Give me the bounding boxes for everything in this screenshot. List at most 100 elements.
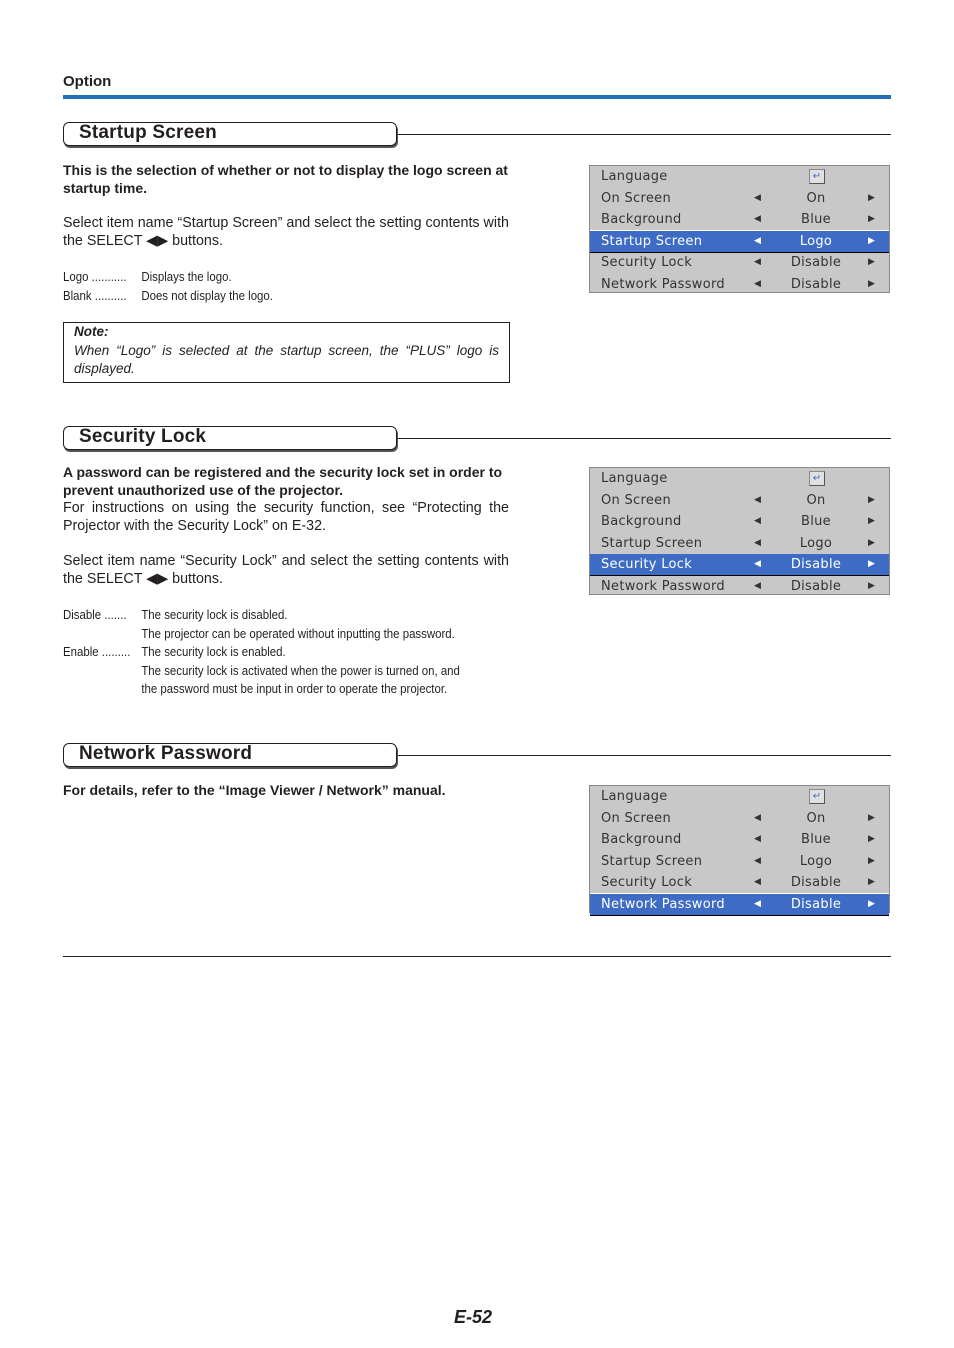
arrow-right-icon[interactable]: ▶ [868, 872, 875, 893]
menu-item-on-screen[interactable]: On Screen ◀ On ▶ [590, 808, 889, 829]
menu-item-label: Startup Screen [601, 535, 703, 551]
osd-menu: Language ↵ On Screen ◀ On ▶ Background ◀ Blue ▶ St… [589, 785, 890, 916]
arrow-right-icon[interactable]: ▶ [868, 274, 875, 295]
heading-rule [398, 438, 891, 439]
arrow-left-icon[interactable]: ◀ [754, 894, 761, 915]
menu-item-label: Background [601, 832, 682, 847]
arrow-left-icon[interactable]: ◀ [754, 490, 761, 511]
menu-item-network-password[interactable]: Network Password ◀ Disable ▶ [590, 274, 889, 295]
definition-item: Logo ........... Displays the logo. [63, 269, 232, 284]
arrow-left-icon[interactable]: ◀ [754, 851, 761, 872]
arrow-right-icon[interactable]: ▶ [868, 576, 875, 597]
header-rule [63, 95, 891, 99]
arrow-right-icon[interactable]: ▶ [868, 851, 875, 872]
osd-menu: Language ↵ On Screen ◀ On ▶ Background ◀ Blue ▶ St… [589, 467, 890, 595]
arrow-left-icon[interactable]: ◀ [754, 808, 761, 829]
arrow-left-icon[interactable]: ◀ [754, 872, 761, 893]
menu-item-value: Blue [801, 212, 831, 227]
menu-item-label: Language [601, 789, 668, 804]
menu-item-security-lock[interactable]: Security Lock ◀ Disable ▶ [590, 872, 889, 894]
menu-item-startup-screen[interactable]: Startup Screen ◀ Logo ▶ [590, 230, 889, 253]
enter-icon[interactable]: ↵ [809, 169, 825, 184]
menu-item-label: Language [601, 169, 668, 184]
arrow-right-icon[interactable]: ▶ [868, 533, 875, 554]
menu-item-value: Disable [790, 255, 842, 270]
menu-item-on-screen[interactable]: On Screen ◀ On ▶ [590, 490, 889, 511]
definition-item: Blank .......... Does not display the log… [63, 287, 273, 303]
lead-text: A password can be registered and the sec… [63, 464, 503, 498]
menu-item-value: Disable [790, 276, 842, 292]
arrow-left-icon[interactable]: ◀ [754, 188, 761, 209]
menu-item-startup-screen[interactable]: Startup Screen ◀ Logo ▶ [590, 851, 889, 872]
menu-item-startup-screen[interactable]: Startup Screen ◀ Logo ▶ [590, 533, 889, 555]
menu-item-value: Blue [801, 832, 831, 847]
menu-item-value: Disable [790, 875, 842, 890]
arrow-left-icon[interactable]: ◀ [754, 554, 761, 575]
osd-menu: Language ↵ On Screen ◀ On ▶ Background ◀ Blue ▶ St… [589, 165, 890, 293]
note-text: When “Logo” is selected at the startup s… [74, 342, 499, 377]
arrow-left-icon[interactable]: ◀ [754, 576, 761, 597]
section-heading-startup-screen: Startup Screen [63, 122, 891, 148]
menu-item-label: On Screen [601, 190, 671, 206]
section-title: Security Lock [79, 426, 207, 447]
heading-rule [398, 134, 891, 135]
enter-icon[interactable]: ↵ [809, 789, 825, 804]
arrow-left-icon[interactable]: ◀ [754, 533, 761, 554]
menu-item-label: Security Lock [601, 557, 693, 572]
menu-item-label: On Screen [601, 810, 671, 826]
menu-item-language[interactable]: Language ↵ [590, 786, 889, 807]
arrow-left-icon[interactable]: ◀ [754, 829, 761, 850]
footer-rule [63, 956, 891, 957]
lead-text: This is the selection of whether or not … [63, 162, 508, 196]
menu-item-language[interactable]: Language ↵ [590, 468, 889, 489]
menu-item-label: Security Lock [601, 875, 693, 890]
arrow-right-icon[interactable]: ▶ [868, 894, 875, 915]
menu-item-value: Logo [799, 233, 833, 249]
arrow-left-icon[interactable]: ◀ [754, 274, 761, 295]
menu-item-label: Background [601, 514, 682, 529]
lead-text: For details, refer to the “Image Viewer … [63, 782, 446, 798]
arrow-right-icon[interactable]: ▶ [868, 511, 875, 532]
menu-item-background[interactable]: Background ◀ Blue ▶ [590, 829, 889, 850]
arrow-right-icon[interactable]: ▶ [868, 231, 875, 252]
menu-item-network-password[interactable]: Network Password ◀ Disable ▶ [590, 893, 889, 916]
menu-item-value: On [806, 492, 826, 508]
running-head: Option [63, 73, 112, 90]
body-paragraph: Select item name “Security Lock” and sel… [63, 553, 509, 587]
menu-item-label: Network Password [601, 276, 725, 292]
definition-list: Disable ....... The security lock is disa… [63, 606, 468, 699]
arrow-right-icon[interactable]: ▶ [868, 252, 875, 273]
arrow-left-icon[interactable]: ◀ [754, 209, 761, 230]
enter-icon[interactable]: ↵ [809, 471, 825, 486]
body-paragraph: Select item name “Startup Screen” and se… [63, 215, 509, 249]
arrow-left-icon[interactable]: ◀ [754, 231, 761, 252]
menu-item-value: Disable [790, 557, 842, 572]
menu-item-label: Network Password [601, 896, 725, 912]
menu-item-value: Logo [799, 853, 833, 869]
arrow-right-icon[interactable]: ▶ [868, 808, 875, 829]
arrow-left-icon[interactable]: ◀ [754, 511, 761, 532]
arrow-right-icon[interactable]: ▶ [868, 490, 875, 511]
menu-item-value: Disable [790, 896, 842, 912]
definition-item: Enable ......... The security lock is ena… [63, 644, 286, 659]
arrow-right-icon[interactable]: ▶ [868, 209, 875, 230]
menu-item-security-lock[interactable]: Security Lock ◀ Disable ▶ [590, 252, 889, 273]
arrow-right-icon[interactable]: ▶ [868, 554, 875, 575]
note-title: Note: [74, 324, 109, 339]
body-paragraph: For instructions on using the security f… [63, 500, 509, 534]
menu-item-label: Startup Screen [601, 853, 703, 869]
menu-item-background[interactable]: Background ◀ Blue ▶ [590, 209, 889, 231]
menu-item-value: On [806, 810, 826, 826]
menu-item-value: Logo [799, 535, 833, 551]
menu-item-security-lock[interactable]: Security Lock ◀ Disable ▶ [590, 554, 889, 576]
section-heading-network-password: Network Password [63, 743, 891, 769]
definition-item: Disable ....... The security lock is disa… [63, 607, 288, 622]
arrow-right-icon[interactable]: ▶ [868, 829, 875, 850]
menu-item-background[interactable]: Background ◀ Blue ▶ [590, 511, 889, 532]
menu-item-value: On [806, 190, 826, 206]
menu-item-network-password[interactable]: Network Password ◀ Disable ▶ [590, 576, 889, 597]
menu-item-language[interactable]: Language ↵ [590, 166, 889, 187]
arrow-left-icon[interactable]: ◀ [754, 252, 761, 273]
menu-item-on-screen[interactable]: On Screen ◀ On ▶ [590, 188, 889, 209]
arrow-right-icon[interactable]: ▶ [868, 188, 875, 209]
